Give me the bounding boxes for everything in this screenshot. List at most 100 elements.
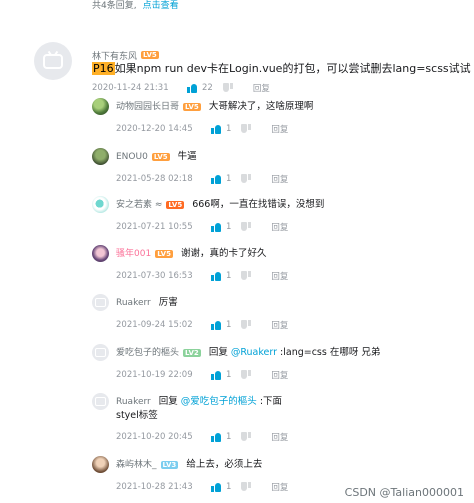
like-icon[interactable] <box>211 222 221 232</box>
tv-icon <box>43 53 63 69</box>
reply-text: 666啊，一直在找错误，没想到 <box>192 199 325 210</box>
avatar[interactable] <box>92 456 109 473</box>
reply-item: 骚年001 LV5 谢谢，真的卡了好久 2021-07-30 16:53 1 回复 <box>92 245 462 285</box>
reply-body: :下面 <box>256 396 283 407</box>
avatar[interactable] <box>92 196 109 213</box>
timestamp: 2020-12-20 14:45 <box>116 124 193 134</box>
reply-summary: 共4条回复, 点击查看 <box>0 0 474 16</box>
reply-button[interactable]: 回复 <box>271 123 288 135</box>
comment-header: 林下有东风 LV5 <box>92 44 159 63</box>
username[interactable]: Ruakerr <box>116 298 151 308</box>
timestamp: 2021-10-28 21:43 <box>116 482 193 492</box>
reply-count-text: 共4条回复, <box>92 1 137 11</box>
reply-prefix: 回复 <box>158 396 181 407</box>
level-badge: LV5 <box>155 249 173 258</box>
like-count: 1 <box>226 174 232 184</box>
timestamp: 2021-07-30 16:53 <box>116 271 193 281</box>
dislike-icon[interactable] <box>223 83 233 93</box>
reply-body-line2: styel标签 <box>116 410 158 421</box>
reply-body: :lang=css 在哪呀 兄弟 <box>277 347 381 358</box>
dislike-icon[interactable] <box>241 370 251 380</box>
reply-button[interactable]: 回复 <box>271 319 288 331</box>
avatar[interactable] <box>92 294 109 311</box>
dislike-icon[interactable] <box>241 432 251 442</box>
avatar[interactable] <box>92 393 109 410</box>
dislike-icon[interactable] <box>241 174 251 184</box>
level-badge: LV5 <box>141 50 159 59</box>
avatar[interactable] <box>92 344 109 361</box>
reply-text: 回复 @Ruakerr :lang=css 在哪呀 兄弟 <box>209 347 381 358</box>
level-badge: LV5 <box>166 200 185 209</box>
timestamp: 2021-10-19 22:09 <box>116 370 193 380</box>
comment-meta: 2020-11-24 21:31 22 回复 <box>92 82 270 94</box>
timestamp: 2020-11-24 21:31 <box>92 83 169 93</box>
reply-item: ENOU0 LV5 牛逼 2021-05-28 02:18 1 回复 <box>92 148 462 188</box>
page-tag[interactable]: P16 <box>92 62 115 75</box>
dislike-icon[interactable] <box>241 222 251 232</box>
reply-button[interactable]: 回复 <box>271 221 288 233</box>
dislike-icon[interactable] <box>241 124 251 134</box>
reply-item: Ruakerr 回复 @爱吃包子的樞头 :下面 styel标签 2021-10-2… <box>92 393 462 445</box>
reply-prefix: 回复 <box>208 347 231 358</box>
level-badge: LV5 <box>183 102 201 111</box>
mention-link[interactable]: @爱吃包子的樞头 <box>181 396 257 407</box>
reply-item: Ruakerr 厉害 2021-09-24 15:02 1 回复 <box>92 294 462 334</box>
like-icon[interactable] <box>211 370 221 380</box>
like-count: 1 <box>226 271 232 281</box>
timestamp: 2021-07-21 10:55 <box>116 222 193 232</box>
like-count: 1 <box>226 124 232 134</box>
timestamp: 2021-10-20 20:45 <box>116 432 193 442</box>
avatar[interactable] <box>92 148 109 165</box>
username[interactable]: 动物园园长日哥 <box>116 102 179 112</box>
like-count: 1 <box>226 222 232 232</box>
reply-item: 爱吃包子的樞头 LV2 回复 @Ruakerr :lang=css 在哪呀 兄弟 2… <box>92 344 462 384</box>
reply-button[interactable]: 回复 <box>271 270 288 282</box>
like-count: 1 <box>226 370 232 380</box>
username[interactable]: ENOU0 <box>116 152 148 162</box>
dislike-icon[interactable] <box>241 271 251 281</box>
reply-text: 回复 @爱吃包子的樞头 :下面 <box>159 396 282 407</box>
reply-item: 动物园园长日哥 LV5 大哥解决了，这啥原理啊 2020-12-20 14:45 1 回… <box>92 98 462 138</box>
like-icon[interactable] <box>211 482 221 492</box>
like-count: 1 <box>226 482 232 492</box>
reply-button[interactable]: 回复 <box>271 173 288 185</box>
view-replies-link[interactable]: 点击查看 <box>143 1 179 11</box>
like-icon[interactable] <box>211 124 221 134</box>
reply-item: 安之若素 ≈ LV5 666啊，一直在找错误，没想到 2021-07-21 10:5… <box>92 196 462 236</box>
like-icon[interactable] <box>211 432 221 442</box>
comment-body: 如果npm run dev卡在Login.vue的打包，可以尝试删去lang=s… <box>114 62 471 75</box>
username[interactable]: 安之若素 ≈ <box>116 200 162 210</box>
like-icon[interactable] <box>211 174 221 184</box>
level-badge: LV2 <box>183 348 201 357</box>
dislike-icon[interactable] <box>241 320 251 330</box>
username[interactable]: 骚年001 <box>116 249 151 259</box>
username[interactable]: Ruakerr <box>116 397 151 407</box>
reply-button[interactable]: 回复 <box>271 481 288 493</box>
reply-text: 谢谢，真的卡了好久 <box>180 248 267 259</box>
reply-button[interactable]: 回复 <box>253 82 270 94</box>
mention-link[interactable]: @Ruakerr <box>231 347 277 358</box>
timestamp: 2021-09-24 15:02 <box>116 320 193 330</box>
timestamp: 2021-05-28 02:18 <box>116 174 193 184</box>
level-badge: LV5 <box>151 152 170 161</box>
reply-text: 厉害 <box>158 297 178 308</box>
like-icon[interactable] <box>211 271 221 281</box>
username[interactable]: 爱吃包子的樞头 <box>116 348 179 358</box>
like-count: 1 <box>226 320 232 330</box>
dislike-icon[interactable] <box>241 482 251 492</box>
reply-button[interactable]: 回复 <box>271 369 288 381</box>
reply-button[interactable]: 回复 <box>271 431 288 443</box>
username[interactable]: 森屿林木_ <box>116 460 157 470</box>
level-badge: LV3 <box>160 460 179 469</box>
reply-text: 牛逼 <box>177 151 197 162</box>
like-icon[interactable] <box>187 83 197 93</box>
like-count: 22 <box>202 83 213 93</box>
avatar[interactable] <box>34 42 72 80</box>
reply-text: 给上去，必须上去 <box>186 459 263 470</box>
watermark: CSDN @Talian000001 <box>344 486 464 499</box>
avatar[interactable] <box>92 98 109 115</box>
reply-text: 大哥解决了，这啥原理啊 <box>208 101 314 112</box>
like-icon[interactable] <box>211 320 221 330</box>
username[interactable]: 林下有东风 <box>92 52 137 62</box>
avatar[interactable] <box>92 245 109 262</box>
